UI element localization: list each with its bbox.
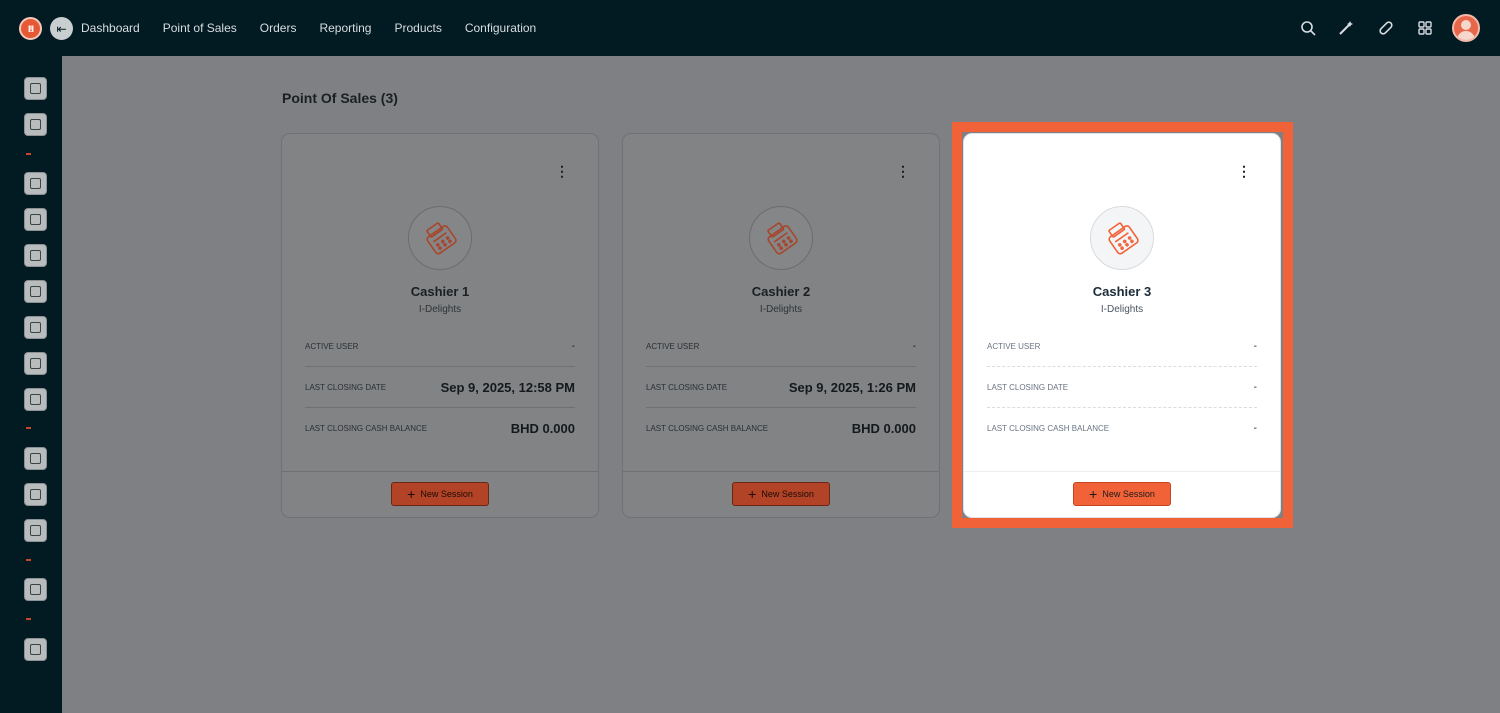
active-user-label: ACTIVE USER (646, 341, 700, 351)
card-footer: + New Session (964, 471, 1280, 517)
main-nav: Dashboard Point of Sales Orders Reportin… (81, 0, 559, 56)
money-hand-icon[interactable] (24, 172, 47, 195)
last-closing-cash-label: LAST CLOSING CASH BALANCE (987, 424, 1110, 433)
nav-point-of-sales[interactable]: Point of Sales (163, 21, 237, 35)
pos-card-cashier-1: ⋮ Cashier 1 I-Delights ACTIVE USER - LAS… (281, 133, 599, 518)
card-title: Cashier 3 (1092, 284, 1152, 299)
new-session-label: New Session (761, 489, 814, 499)
search-report-icon[interactable] (24, 388, 47, 411)
collapse-sidebar-button[interactable]: ⇤ (50, 17, 73, 40)
card-title: Cashier 1 (410, 284, 470, 299)
pos-terminal-icon (408, 206, 472, 270)
last-closing-cash-value: - (1253, 423, 1257, 434)
plus-icon: + (1089, 486, 1098, 502)
headset-icon[interactable] (24, 447, 47, 470)
safe-icon[interactable] (24, 519, 47, 542)
folder-icon[interactable] (24, 483, 47, 506)
ticket-icon[interactable] (24, 352, 47, 375)
card-footer: + New Session (623, 471, 939, 517)
active-user-label: ACTIVE USER (305, 341, 359, 351)
new-session-button[interactable]: + New Session (1073, 482, 1171, 506)
pos-terminal-icon (749, 206, 813, 270)
card-title: Cashier 2 (751, 284, 811, 299)
bar-chart-icon[interactable] (24, 208, 47, 231)
settings-icon[interactable] (24, 578, 47, 601)
last-closing-cash-row: LAST CLOSING CASH BALANCE BHD 0.000 (646, 408, 916, 449)
last-closing-date-row: LAST CLOSING DATE Sep 9, 2025, 1:26 PM (646, 367, 916, 408)
nav-dashboard[interactable]: Dashboard (81, 21, 140, 35)
card-subtitle: I-Delights (1100, 304, 1144, 315)
last-closing-date-row: LAST CLOSING DATE Sep 9, 2025, 12:58 PM (305, 367, 575, 408)
chart-board-icon[interactable] (24, 113, 47, 136)
logout-icon[interactable] (24, 638, 47, 661)
pos-card-cashier-3: ⋮ Cashier 3 I-Delights ACTIVE USER - LAS… (963, 133, 1281, 518)
nav-products[interactable]: Products (394, 21, 441, 35)
last-closing-date-value: Sep 9, 2025, 1:26 PM (788, 379, 916, 395)
new-session-label: New Session (1102, 489, 1155, 499)
last-closing-date-row: LAST CLOSING DATE - (987, 367, 1257, 408)
card-subtitle: I-Delights (759, 304, 803, 315)
last-closing-cash-value: BHD 0.000 (851, 421, 916, 436)
arrow-left-icon: ⇤ (56, 21, 67, 36)
last-closing-cash-label: LAST CLOSING CASH BALANCE (646, 424, 769, 433)
new-session-button[interactable]: + New Session (732, 482, 830, 506)
top-navbar: I!I ⇤ Dashboard Point of Sales Orders Re… (0, 0, 1500, 56)
apps-grid-icon[interactable] (1417, 20, 1433, 36)
pill-icon[interactable] (1378, 20, 1394, 36)
page-title: Point Of Sales (3) (282, 90, 398, 106)
more-options-icon[interactable]: ⋮ (1237, 164, 1251, 178)
plus-icon: + (748, 486, 757, 502)
nav-orders[interactable]: Orders (260, 21, 297, 35)
plus-icon: + (407, 486, 416, 502)
last-closing-cash-label: LAST CLOSING CASH BALANCE (305, 424, 428, 433)
box-icon[interactable] (24, 316, 47, 339)
more-options-icon[interactable]: ⋮ (555, 164, 569, 178)
active-user-row: ACTIVE USER - (305, 326, 575, 367)
clipboard-icon[interactable] (24, 77, 47, 100)
active-user-value: - (571, 340, 575, 352)
card-subtitle: I-Delights (418, 304, 462, 315)
last-closing-date-value: Sep 9, 2025, 12:58 PM (440, 379, 575, 395)
search-icon[interactable] (1300, 20, 1316, 36)
last-closing-date-value: - (1253, 381, 1257, 393)
nav-reporting[interactable]: Reporting (319, 21, 371, 35)
pos-card-cashier-2: ⋮ Cashier 2 I-Delights ACTIVE USER - LAS… (622, 133, 940, 518)
new-session-label: New Session (420, 489, 473, 499)
book-icon[interactable] (24, 244, 47, 267)
pos-terminal-icon (1090, 206, 1154, 270)
sidebar-divider (26, 559, 31, 561)
sidebar-divider (26, 427, 31, 429)
sidebar-divider (26, 153, 31, 155)
avatar-body (1457, 31, 1475, 40)
last-closing-date-label: LAST CLOSING DATE (305, 382, 387, 392)
magic-wand-icon[interactable] (1338, 20, 1354, 36)
active-user-value: - (1253, 340, 1257, 352)
last-closing-date-label: LAST CLOSING DATE (646, 382, 728, 392)
last-closing-cash-row: LAST CLOSING CASH BALANCE - (987, 408, 1257, 449)
sidebar-divider (26, 618, 31, 620)
active-user-value: - (912, 340, 916, 352)
app-logo[interactable]: I!I (19, 17, 42, 40)
last-closing-date-label: LAST CLOSING DATE (987, 382, 1069, 392)
sidebar (0, 56, 62, 713)
active-user-row: ACTIVE USER - (987, 326, 1257, 367)
user-avatar[interactable] (1452, 14, 1480, 42)
clipboard-list-icon[interactable] (24, 280, 47, 303)
active-user-label: ACTIVE USER (987, 341, 1041, 351)
nav-configuration[interactable]: Configuration (465, 21, 536, 35)
card-footer: + New Session (282, 471, 598, 517)
new-session-button[interactable]: + New Session (391, 482, 489, 506)
avatar-head (1461, 20, 1471, 30)
last-closing-cash-row: LAST CLOSING CASH BALANCE BHD 0.000 (305, 408, 575, 449)
more-options-icon[interactable]: ⋮ (896, 164, 910, 178)
active-user-row: ACTIVE USER - (646, 326, 916, 367)
last-closing-cash-value: BHD 0.000 (510, 421, 575, 436)
